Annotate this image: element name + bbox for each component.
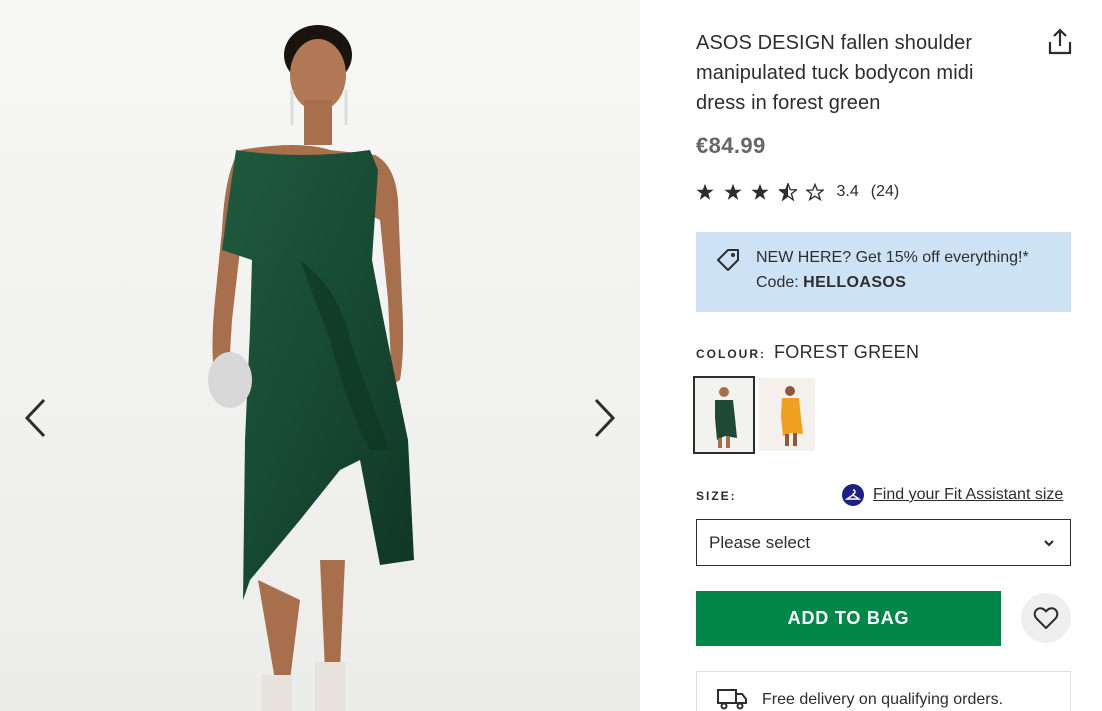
star-empty-icon [806,183,824,201]
promo-code: HELLOASOS [803,274,907,291]
colour-value: FOREST GREEN [774,342,920,362]
next-image-button[interactable] [584,394,624,442]
product-rating[interactable]: 3.4 (24) [696,180,899,204]
size-dropdown-value: Please select [709,533,811,552]
share-icon [1048,28,1072,55]
star-full-icon [723,183,742,200]
tag-icon [717,249,739,271]
size-dropdown[interactable]: Please select [696,519,1071,566]
fit-assistant-link[interactable]: Find your Fit Assistant size [842,484,1063,506]
swatch-image [759,378,815,451]
chevron-right-icon [594,398,616,438]
star-full-icon [751,183,769,200]
delivery-info: Free delivery on qualifying orders. [696,671,1071,711]
product-image [0,0,640,711]
promo-code-label: Code: [756,274,804,291]
product-info: ASOS DESIGN fallen shoulder manipulated … [693,0,1074,711]
truck-icon [717,689,747,710]
rating-count: (24) [870,183,900,200]
rating-value: 3.4 [836,183,859,200]
fit-assistant-label: Find your Fit Assistant size [873,486,1064,503]
product-title: ASOS DESIGN fallen shoulder manipulated … [696,32,974,114]
save-for-later-button[interactable] [1021,593,1071,643]
swatch-orange[interactable] [759,378,815,451]
heart-icon [1033,607,1059,629]
swatch-forest-green[interactable] [693,376,755,454]
colour-selector-header: COLOUR: FOREST GREEN [696,342,919,363]
promo-text: NEW HERE? Get 15% off everything!* [756,249,1029,266]
hanger-icon [842,484,864,506]
share-button[interactable] [1046,28,1074,56]
star-full-icon [696,183,714,200]
colour-label: COLOUR: [696,347,766,361]
promo-code-line: Code: HELLOASOS [756,274,906,292]
size-label: SIZE: [696,489,737,503]
star-half-icon [778,183,797,201]
product-gallery [0,0,640,711]
chevron-left-icon [24,398,46,438]
add-to-bag-button[interactable]: ADD TO BAG [696,591,1001,646]
delivery-text: Free delivery on qualifying orders. [762,691,1004,708]
product-price: €84.99 [696,133,766,158]
colour-swatches [693,376,819,454]
chevron-down-icon [1044,540,1054,547]
previous-image-button[interactable] [16,394,56,442]
swatch-image [695,378,753,452]
promo-banner: NEW HERE? Get 15% off everything!* Code:… [696,232,1071,312]
